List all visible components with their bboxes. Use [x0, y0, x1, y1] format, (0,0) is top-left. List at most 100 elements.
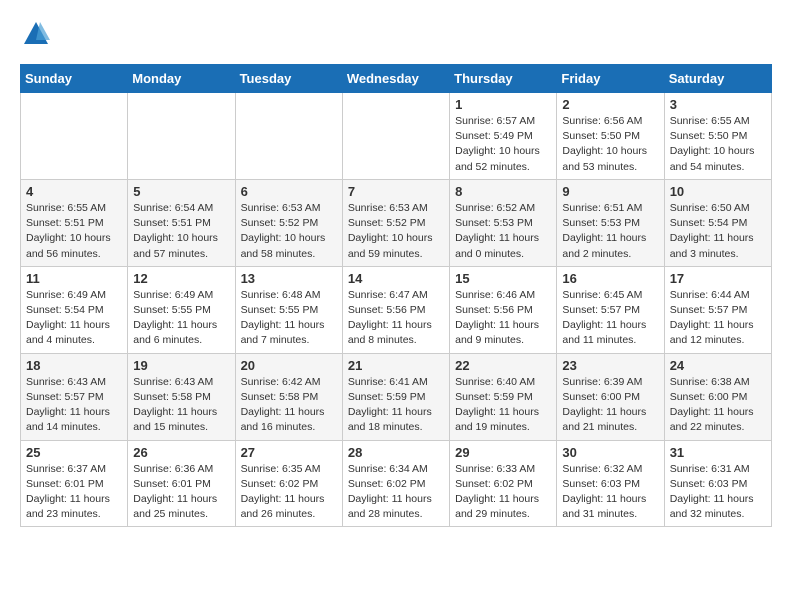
weekday-header-row: SundayMondayTuesdayWednesdayThursdayFrid… — [21, 65, 772, 93]
day-info: Sunrise: 6:43 AMSunset: 5:58 PMDaylight:… — [133, 375, 229, 436]
day-info: Sunrise: 6:31 AMSunset: 6:03 PMDaylight:… — [670, 462, 766, 523]
day-number: 14 — [348, 271, 444, 286]
calendar-cell: 27Sunrise: 6:35 AMSunset: 6:02 PMDayligh… — [235, 440, 342, 527]
calendar-week-4: 25 Sunrise: 6:37 AMSunset: 6:01 PMDayligh… — [21, 440, 772, 527]
day-info: Sunrise: 6:36 AMSunset: 6:01 PMDaylight:… — [133, 462, 229, 523]
calendar-cell: 16Sunrise: 6:45 AMSunset: 5:57 PMDayligh… — [557, 266, 664, 353]
calendar-cell: 13 Sunrise: 6:48 AMSunset: 5:55 PMDayligh… — [235, 266, 342, 353]
calendar-cell — [21, 93, 128, 180]
calendar-week-1: 4Sunrise: 6:55 AMSunset: 5:51 PMDaylight… — [21, 179, 772, 266]
day-number: 25 — [26, 445, 122, 460]
day-number: 6 — [241, 184, 337, 199]
day-number: 22 — [455, 358, 551, 373]
day-number: 27 — [241, 445, 337, 460]
calendar-cell: 28Sunrise: 6:34 AMSunset: 6:02 PMDayligh… — [342, 440, 449, 527]
day-number: 10 — [670, 184, 766, 199]
page-header — [20, 20, 772, 48]
logo-text — [20, 20, 50, 48]
day-number: 4 — [26, 184, 122, 199]
day-info: Sunrise: 6:44 AMSunset: 5:57 PMDaylight:… — [670, 288, 766, 349]
day-info: Sunrise: 6:43 AMSunset: 5:57 PMDaylight:… — [26, 375, 122, 436]
day-info: Sunrise: 6:46 AMSunset: 5:56 PMDaylight:… — [455, 288, 551, 349]
day-number: 23 — [562, 358, 658, 373]
calendar-cell: 18 Sunrise: 6:43 AMSunset: 5:57 PMDayligh… — [21, 353, 128, 440]
day-info: Sunrise: 6:49 AMSunset: 5:54 PMDaylight:… — [26, 288, 122, 349]
day-info: Sunrise: 6:52 AMSunset: 5:53 PMDaylight:… — [455, 201, 551, 262]
day-number: 20 — [241, 358, 337, 373]
weekday-header-tuesday: Tuesday — [235, 65, 342, 93]
day-number: 2 — [562, 97, 658, 112]
day-number: 1 — [455, 97, 551, 112]
calendar-cell: 29Sunrise: 6:33 AMSunset: 6:02 PMDayligh… — [450, 440, 557, 527]
calendar-cell: 19 Sunrise: 6:43 AMSunset: 5:58 PMDayligh… — [128, 353, 235, 440]
day-number: 17 — [670, 271, 766, 286]
day-info: Sunrise: 6:41 AMSunset: 5:59 PMDaylight:… — [348, 375, 444, 436]
day-info: Sunrise: 6:32 AMSunset: 6:03 PMDaylight:… — [562, 462, 658, 523]
calendar-week-0: 1 Sunrise: 6:57 AMSunset: 5:49 PMDaylight… — [21, 93, 772, 180]
calendar-cell: 21 Sunrise: 6:41 AMSunset: 5:59 PMDayligh… — [342, 353, 449, 440]
calendar-table: SundayMondayTuesdayWednesdayThursdayFrid… — [20, 64, 772, 527]
day-info: Sunrise: 6:38 AMSunset: 6:00 PMDaylight:… — [670, 375, 766, 436]
day-number: 3 — [670, 97, 766, 112]
day-info: Sunrise: 6:39 AMSunset: 6:00 PMDaylight:… — [562, 375, 658, 436]
day-number: 21 — [348, 358, 444, 373]
calendar-cell: 2 Sunrise: 6:56 AMSunset: 5:50 PMDaylight… — [557, 93, 664, 180]
day-info: Sunrise: 6:55 AMSunset: 5:50 PMDaylight:… — [670, 114, 766, 175]
calendar-cell: 30 Sunrise: 6:32 AMSunset: 6:03 PMDayligh… — [557, 440, 664, 527]
day-info: Sunrise: 6:40 AMSunset: 5:59 PMDaylight:… — [455, 375, 551, 436]
calendar-cell — [235, 93, 342, 180]
weekday-header-monday: Monday — [128, 65, 235, 93]
calendar-cell: 6 Sunrise: 6:53 AMSunset: 5:52 PMDaylight… — [235, 179, 342, 266]
calendar-cell: 20 Sunrise: 6:42 AMSunset: 5:58 PMDayligh… — [235, 353, 342, 440]
day-number: 29 — [455, 445, 551, 460]
calendar-cell: 23 Sunrise: 6:39 AMSunset: 6:00 PMDayligh… — [557, 353, 664, 440]
calendar-cell: 9 Sunrise: 6:51 AMSunset: 5:53 PMDaylight… — [557, 179, 664, 266]
day-number: 18 — [26, 358, 122, 373]
day-number: 15 — [455, 271, 551, 286]
calendar-cell: 25 Sunrise: 6:37 AMSunset: 6:01 PMDayligh… — [21, 440, 128, 527]
calendar-week-2: 11 Sunrise: 6:49 AMSunset: 5:54 PMDayligh… — [21, 266, 772, 353]
day-info: Sunrise: 6:37 AMSunset: 6:01 PMDaylight:… — [26, 462, 122, 523]
weekday-header-sunday: Sunday — [21, 65, 128, 93]
day-number: 30 — [562, 445, 658, 460]
day-info: Sunrise: 6:53 AMSunset: 5:52 PMDaylight:… — [348, 201, 444, 262]
day-info: Sunrise: 6:45 AMSunset: 5:57 PMDaylight:… — [562, 288, 658, 349]
calendar-cell — [128, 93, 235, 180]
day-info: Sunrise: 6:42 AMSunset: 5:58 PMDaylight:… — [241, 375, 337, 436]
calendar-cell: 10Sunrise: 6:50 AMSunset: 5:54 PMDayligh… — [664, 179, 771, 266]
day-info: Sunrise: 6:49 AMSunset: 5:55 PMDaylight:… — [133, 288, 229, 349]
calendar-cell: 5 Sunrise: 6:54 AMSunset: 5:51 PMDaylight… — [128, 179, 235, 266]
day-info: Sunrise: 6:54 AMSunset: 5:51 PMDaylight:… — [133, 201, 229, 262]
calendar-cell: 3 Sunrise: 6:55 AMSunset: 5:50 PMDaylight… — [664, 93, 771, 180]
day-info: Sunrise: 6:51 AMSunset: 5:53 PMDaylight:… — [562, 201, 658, 262]
day-info: Sunrise: 6:48 AMSunset: 5:55 PMDaylight:… — [241, 288, 337, 349]
calendar-cell: 26 Sunrise: 6:36 AMSunset: 6:01 PMDayligh… — [128, 440, 235, 527]
day-number: 9 — [562, 184, 658, 199]
calendar-cell: 24Sunrise: 6:38 AMSunset: 6:00 PMDayligh… — [664, 353, 771, 440]
day-info: Sunrise: 6:56 AMSunset: 5:50 PMDaylight:… — [562, 114, 658, 175]
calendar-cell: 17 Sunrise: 6:44 AMSunset: 5:57 PMDayligh… — [664, 266, 771, 353]
calendar-cell: 31Sunrise: 6:31 AMSunset: 6:03 PMDayligh… — [664, 440, 771, 527]
weekday-header-thursday: Thursday — [450, 65, 557, 93]
weekday-header-wednesday: Wednesday — [342, 65, 449, 93]
calendar-cell: 7Sunrise: 6:53 AMSunset: 5:52 PMDaylight… — [342, 179, 449, 266]
day-number: 11 — [26, 271, 122, 286]
day-number: 26 — [133, 445, 229, 460]
calendar-header: SundayMondayTuesdayWednesdayThursdayFrid… — [21, 65, 772, 93]
day-info: Sunrise: 6:53 AMSunset: 5:52 PMDaylight:… — [241, 201, 337, 262]
calendar-cell: 1 Sunrise: 6:57 AMSunset: 5:49 PMDaylight… — [450, 93, 557, 180]
day-number: 5 — [133, 184, 229, 199]
weekday-header-saturday: Saturday — [664, 65, 771, 93]
logo — [20, 20, 50, 48]
day-number: 19 — [133, 358, 229, 373]
calendar-cell: 15 Sunrise: 6:46 AMSunset: 5:56 PMDayligh… — [450, 266, 557, 353]
day-number: 13 — [241, 271, 337, 286]
day-info: Sunrise: 6:57 AMSunset: 5:49 PMDaylight:… — [455, 114, 551, 175]
calendar-cell: 12Sunrise: 6:49 AMSunset: 5:55 PMDayligh… — [128, 266, 235, 353]
calendar-cell — [342, 93, 449, 180]
calendar-cell: 4Sunrise: 6:55 AMSunset: 5:51 PMDaylight… — [21, 179, 128, 266]
calendar-week-3: 18 Sunrise: 6:43 AMSunset: 5:57 PMDayligh… — [21, 353, 772, 440]
day-info: Sunrise: 6:34 AMSunset: 6:02 PMDaylight:… — [348, 462, 444, 523]
weekday-header-friday: Friday — [557, 65, 664, 93]
calendar-cell: 11 Sunrise: 6:49 AMSunset: 5:54 PMDayligh… — [21, 266, 128, 353]
